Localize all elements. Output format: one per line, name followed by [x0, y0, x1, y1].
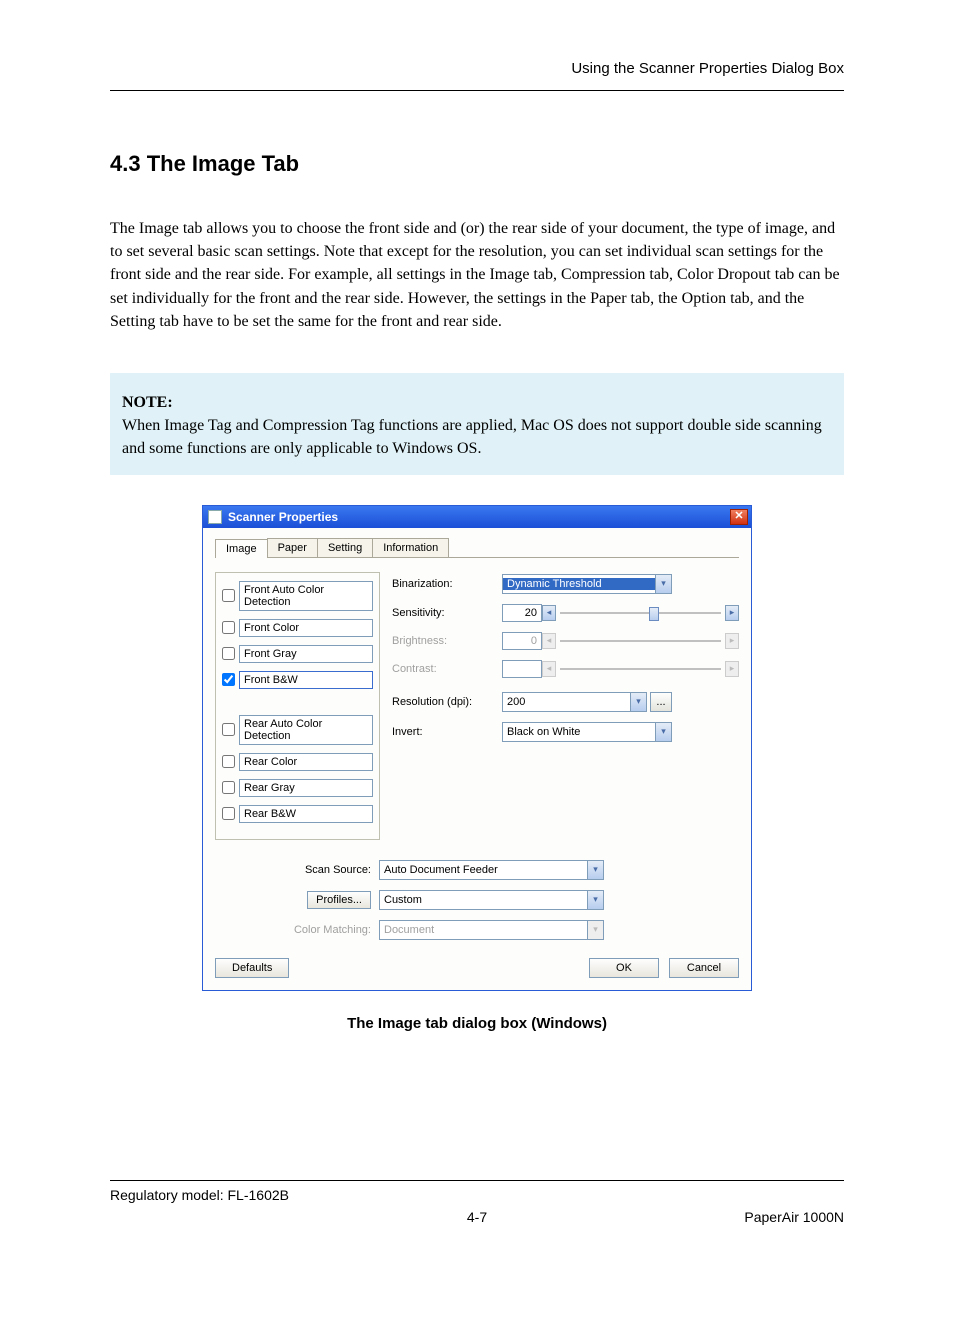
- sensitivity-value: 20: [502, 604, 542, 622]
- tab-strip: Image Paper Setting Information: [215, 538, 739, 558]
- label-brightness: Brightness:: [392, 635, 502, 647]
- image-selection-panel: Front Auto Color Detection Front Color F…: [215, 572, 380, 840]
- contrast-dec: ◂: [542, 661, 556, 677]
- chevron-down-icon[interactable]: ▾: [630, 693, 646, 711]
- footer-model: Regulatory model: FL-1602B: [110, 1187, 355, 1203]
- sensitivity-slider[interactable]: [560, 605, 721, 621]
- label-rear-gray[interactable]: Rear Gray: [239, 779, 373, 797]
- sensitivity-dec[interactable]: ◂: [542, 605, 556, 621]
- note-box: NOTE: When Image Tag and Compression Tag…: [110, 373, 844, 475]
- sensitivity-inc[interactable]: ▸: [725, 605, 739, 621]
- label-sensitivity: Sensitivity:: [392, 607, 502, 619]
- label-front-auto[interactable]: Front Auto Color Detection: [239, 581, 373, 611]
- label-rear-color[interactable]: Rear Color: [239, 753, 373, 771]
- tab-paper[interactable]: Paper: [267, 538, 318, 557]
- label-invert: Invert:: [392, 726, 502, 738]
- label-rear-auto[interactable]: Rear Auto Color Detection: [239, 715, 373, 745]
- tab-image[interactable]: Image: [215, 539, 268, 558]
- resolution-browse-button[interactable]: ...: [650, 692, 672, 712]
- close-icon[interactable]: ✕: [730, 509, 748, 525]
- tab-information[interactable]: Information: [372, 538, 449, 557]
- tab-setting[interactable]: Setting: [317, 538, 373, 557]
- chevron-down-icon[interactable]: ▾: [587, 861, 603, 879]
- checkbox-rear-auto[interactable]: [222, 723, 235, 736]
- page-footer: Regulatory model: FL-1602B 4-7 PaperAir …: [110, 1180, 844, 1225]
- dialog-titlebar[interactable]: Scanner Properties ✕: [203, 506, 751, 528]
- label-scan-source: Scan Source:: [215, 864, 379, 876]
- contrast-value: [502, 660, 542, 678]
- checkbox-rear-color[interactable]: [222, 755, 235, 768]
- label-color-matching: Color Matching:: [215, 924, 379, 936]
- cancel-button[interactable]: Cancel: [669, 958, 739, 978]
- scanner-properties-dialog: Scanner Properties ✕ Image Paper Setting…: [202, 505, 752, 991]
- dialog-title: Scanner Properties: [228, 510, 338, 524]
- checkbox-front-color[interactable]: [222, 621, 235, 634]
- contrast-inc: ▸: [725, 661, 739, 677]
- profiles-button[interactable]: Profiles...: [307, 891, 371, 909]
- brightness-inc: ▸: [725, 633, 739, 649]
- checkbox-front-gray[interactable]: [222, 647, 235, 660]
- note-text: When Image Tag and Compression Tag funct…: [122, 414, 832, 460]
- label-contrast: Contrast:: [392, 663, 502, 675]
- label-resolution: Resolution (dpi):: [392, 696, 502, 708]
- chevron-down-icon[interactable]: ▾: [587, 891, 603, 909]
- brightness-slider: [560, 633, 721, 649]
- defaults-button[interactable]: Defaults: [215, 958, 289, 978]
- footer-page-number: 4-7: [355, 1209, 600, 1225]
- section-title: 4.3 The Image Tab: [110, 151, 844, 177]
- combo-resolution[interactable]: 200 ▾: [502, 692, 647, 712]
- label-front-bw[interactable]: Front B&W: [239, 671, 373, 689]
- chevron-down-icon: ▾: [587, 921, 603, 939]
- checkbox-front-bw[interactable]: [222, 673, 235, 686]
- checkbox-rear-gray[interactable]: [222, 781, 235, 794]
- brightness-value: 0: [502, 632, 542, 650]
- footer-product: PaperAir 1000N: [599, 1209, 844, 1225]
- label-rear-bw[interactable]: Rear B&W: [239, 805, 373, 823]
- figure-caption: The Image tab dialog box (Windows): [110, 1015, 844, 1032]
- combo-binarization[interactable]: Dynamic Threshold ▾: [502, 574, 672, 594]
- checkbox-rear-bw[interactable]: [222, 807, 235, 820]
- label-front-color[interactable]: Front Color: [239, 619, 373, 637]
- brightness-dec: ◂: [542, 633, 556, 649]
- label-binarization: Binarization:: [392, 578, 502, 590]
- combo-color-matching: Document ▾: [379, 920, 604, 940]
- chevron-down-icon[interactable]: ▾: [655, 723, 671, 741]
- combo-scan-source[interactable]: Auto Document Feeder ▾: [379, 860, 604, 880]
- section-paragraph: The Image tab allows you to choose the f…: [110, 217, 844, 333]
- combo-invert[interactable]: Black on White ▾: [502, 722, 672, 742]
- checkbox-front-auto[interactable]: [222, 589, 235, 602]
- ok-button[interactable]: OK: [589, 958, 659, 978]
- header-right: Using the Scanner Properties Dialog Box: [571, 60, 844, 77]
- note-title: NOTE:: [122, 391, 832, 414]
- chevron-down-icon[interactable]: ▾: [655, 575, 671, 593]
- app-icon: [208, 510, 222, 524]
- label-front-gray[interactable]: Front Gray: [239, 645, 373, 663]
- combo-profiles[interactable]: Custom ▾: [379, 890, 604, 910]
- contrast-slider: [560, 661, 721, 677]
